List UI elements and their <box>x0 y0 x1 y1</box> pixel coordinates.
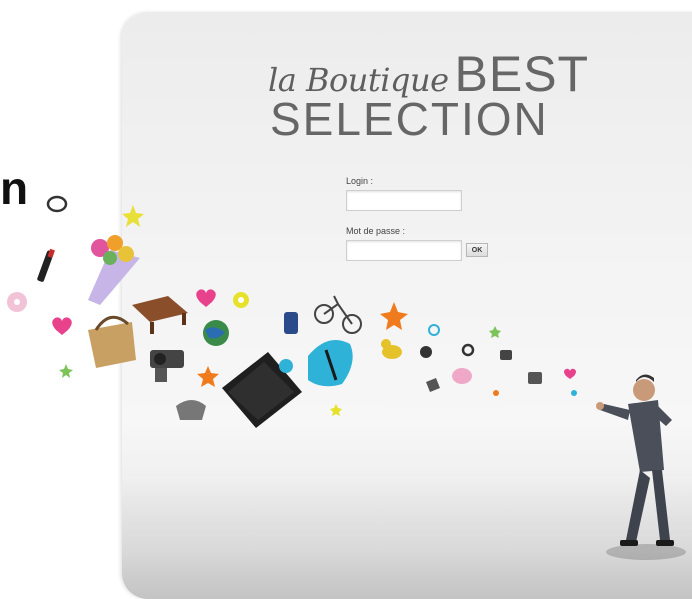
cd-icon <box>7 292 27 312</box>
dot-cyan-icon <box>571 390 577 396</box>
star-orange-icon <box>197 366 219 387</box>
ring-small-icon <box>461 343 475 357</box>
basket-icon <box>88 315 136 368</box>
bag-icon <box>528 372 542 384</box>
star-yellow-small-icon <box>330 404 342 416</box>
heart-pink-icon <box>196 289 216 307</box>
chair-icon <box>132 296 188 334</box>
star-small-icon <box>59 364 73 378</box>
globe-icon <box>203 320 229 346</box>
yellow-disc-icon <box>233 292 249 308</box>
star-green-icon <box>489 326 501 338</box>
conductor-man-figure <box>596 374 686 560</box>
cyan-ring-icon <box>428 324 440 336</box>
heart-icon <box>52 317 72 335</box>
flower-bouquet-icon <box>88 235 140 305</box>
lipstick-icon <box>37 248 55 282</box>
gem-icon <box>426 378 440 392</box>
dot-orange-icon <box>493 390 499 396</box>
camera-small-icon <box>500 350 512 360</box>
heart-small-icon <box>564 368 576 379</box>
phone-vintage-icon <box>176 400 206 420</box>
duck-icon <box>381 339 402 359</box>
ball-icon <box>420 346 432 358</box>
star-icon <box>122 205 144 227</box>
illustration <box>7 195 686 560</box>
star-orange-large-icon <box>380 302 408 330</box>
bicycle-icon <box>314 295 362 334</box>
cyan-disc-icon <box>279 359 293 373</box>
camera-icon <box>150 350 184 382</box>
scarf-icon <box>308 340 353 387</box>
phone-icon <box>284 312 298 334</box>
piggy-bank-icon <box>452 368 472 384</box>
ring-icon <box>46 195 68 213</box>
